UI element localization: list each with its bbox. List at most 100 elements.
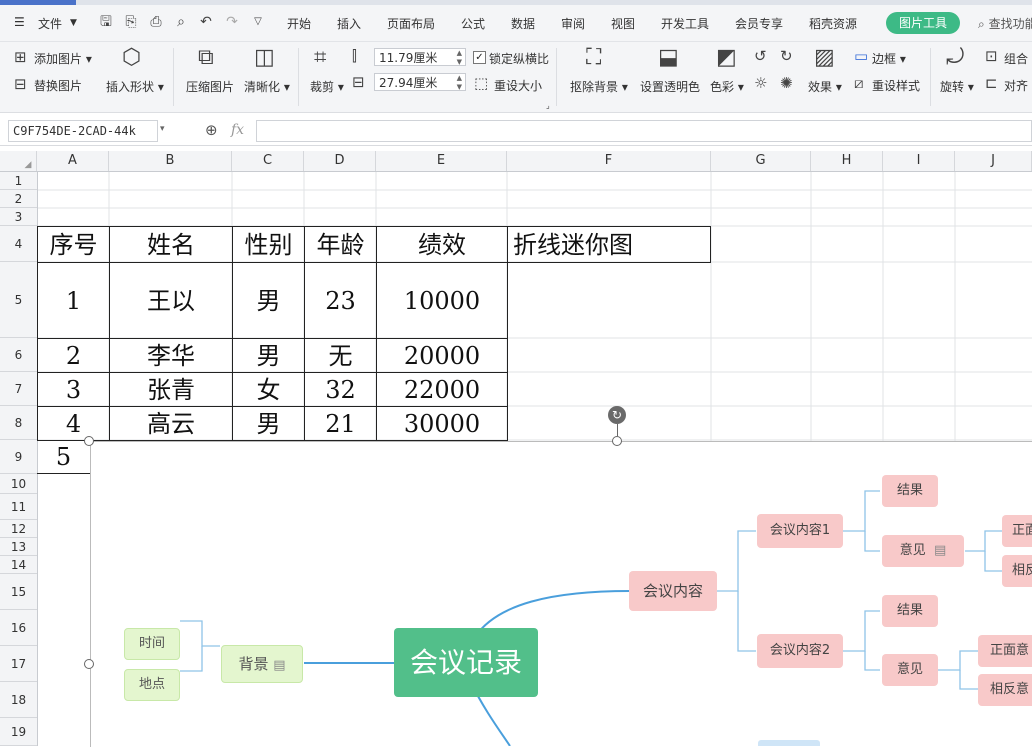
- row-header-3[interactable]: 3: [0, 208, 37, 226]
- row-header-8[interactable]: 8: [0, 406, 37, 440]
- table-cell-a8[interactable]: 4: [37, 406, 110, 441]
- table-cell-c7[interactable]: 女: [232, 372, 305, 407]
- print-preview-icon[interactable]: ⌕: [173, 14, 189, 30]
- column-header-f[interactable]: F: [507, 151, 711, 171]
- row-header-18[interactable]: 18: [0, 682, 37, 718]
- add-picture-button[interactable]: 添加图片 ▾: [34, 50, 92, 67]
- tab-picture-tools[interactable]: 图片工具: [886, 12, 960, 34]
- header-cell-index[interactable]: 序号: [37, 226, 110, 263]
- mindmap-node-positive-2[interactable]: 正面意: [978, 635, 1032, 667]
- insert-shape-button[interactable]: 插入形状 ▾: [106, 78, 164, 95]
- row-header-5[interactable]: 5: [0, 262, 37, 338]
- column-header-b[interactable]: B: [109, 151, 232, 171]
- tab-formulas[interactable]: 公式: [461, 15, 485, 32]
- mindmap-node-time[interactable]: 时间: [124, 628, 180, 660]
- mindmap-node-opinion-2[interactable]: 意见: [882, 654, 938, 686]
- row-header-9[interactable]: 9: [0, 440, 37, 474]
- redo-icon[interactable]: ↷: [224, 14, 240, 30]
- mindmap-node-negative-1[interactable]: 相反: [1002, 555, 1032, 587]
- column-header-j[interactable]: J: [955, 151, 1032, 171]
- table-cell-d7[interactable]: 32: [304, 372, 377, 407]
- column-header-c[interactable]: C: [232, 151, 304, 171]
- row-header-1[interactable]: 1: [0, 172, 37, 190]
- header-cell-gender[interactable]: 性别: [232, 226, 305, 263]
- row-header-13[interactable]: 13: [0, 538, 37, 556]
- row-header-15[interactable]: 15: [0, 574, 37, 610]
- export-icon[interactable]: ⎘: [123, 14, 139, 30]
- mindmap-node-content[interactable]: 会议内容: [629, 571, 717, 611]
- tab-page-layout[interactable]: 页面布局: [387, 15, 435, 32]
- table-cell-b8[interactable]: 高云: [109, 406, 233, 441]
- mindmap-node-place[interactable]: 地点: [124, 669, 180, 701]
- align-button[interactable]: 对齐: [1004, 77, 1028, 94]
- zoom-icon[interactable]: ⊕: [205, 121, 218, 139]
- mindmap-node-negative-2[interactable]: 相反意: [978, 674, 1032, 706]
- tab-insert[interactable]: 插入: [337, 15, 361, 32]
- lock-ratio-checkbox[interactable]: ✓: [473, 51, 486, 64]
- sharpen-button[interactable]: 清晰化 ▾: [244, 78, 290, 95]
- file-chevron-down-icon[interactable]: ▼: [70, 18, 77, 28]
- height-input[interactable]: 27.94厘米 ▲ ▼: [374, 73, 466, 91]
- header-cell-age[interactable]: 年龄: [304, 226, 377, 263]
- file-menu[interactable]: 文件: [38, 15, 62, 32]
- column-header-a[interactable]: A: [37, 151, 109, 171]
- formula-input[interactable]: [256, 120, 1032, 142]
- name-box-chevron-down-icon[interactable]: ▾: [160, 124, 165, 134]
- row-header-6[interactable]: 6: [0, 338, 37, 372]
- row-header-12[interactable]: 12: [0, 520, 37, 538]
- mindmap-node-result-1[interactable]: 结果: [882, 475, 938, 507]
- quick-access-dropdown-icon[interactable]: ▽: [250, 14, 266, 30]
- save-icon[interactable]: 🖫: [98, 14, 114, 30]
- table-cell-e6[interactable]: 20000: [376, 338, 508, 373]
- column-header-h[interactable]: H: [811, 151, 883, 171]
- mindmap-node-opinion-1[interactable]: 意见 ▤: [882, 535, 964, 567]
- tab-view[interactable]: 视图: [611, 15, 635, 32]
- name-box[interactable]: C9F754DE-2CAD-44k: [8, 120, 158, 142]
- remove-background-button[interactable]: 抠除背景 ▾: [570, 78, 628, 95]
- column-header-g[interactable]: G: [711, 151, 811, 171]
- row-header-7[interactable]: 7: [0, 372, 37, 406]
- select-all-corner[interactable]: ◢: [0, 151, 37, 171]
- effects-button[interactable]: 效果 ▾: [808, 78, 842, 95]
- table-cell-a5[interactable]: 1: [37, 262, 110, 339]
- column-header-d[interactable]: D: [304, 151, 376, 171]
- column-header-i[interactable]: I: [883, 151, 955, 171]
- crop-button[interactable]: 裁剪 ▾: [310, 78, 344, 95]
- table-cell-d6[interactable]: 无: [304, 338, 377, 373]
- row-header-16[interactable]: 16: [0, 610, 37, 646]
- compress-picture-button[interactable]: 压缩图片: [186, 78, 234, 95]
- undo-icon[interactable]: ↶: [198, 14, 214, 30]
- mindmap-node-content-1[interactable]: 会议内容1: [757, 514, 843, 548]
- row-header-10[interactable]: 10: [0, 474, 37, 494]
- table-cell-e5[interactable]: 10000: [376, 262, 508, 339]
- reset-size-button[interactable]: 重设大小: [494, 77, 542, 94]
- mindmap-node-partial[interactable]: [758, 740, 820, 746]
- row-header-11[interactable]: 11: [0, 494, 37, 520]
- print-icon[interactable]: ⎙: [148, 14, 164, 30]
- rotate-left-icon[interactable]: ↺: [754, 48, 767, 64]
- header-cell-sparkline[interactable]: 折线迷你图: [507, 226, 711, 263]
- fx-icon[interactable]: fx: [231, 122, 244, 138]
- search-function[interactable]: ⌕ 查找功能: [978, 15, 1032, 32]
- table-cell-d5[interactable]: 23: [304, 262, 377, 339]
- set-transparent-button[interactable]: 设置透明色: [640, 78, 700, 95]
- mindmap-node-result-2[interactable]: 结果: [882, 595, 938, 627]
- tab-developer[interactable]: 开发工具: [661, 15, 709, 32]
- mindmap-node-positive-1[interactable]: 正面: [1002, 515, 1032, 547]
- border-button[interactable]: 边框 ▾: [872, 50, 906, 67]
- header-cell-name[interactable]: 姓名: [109, 226, 233, 263]
- header-cell-performance[interactable]: 绩效: [376, 226, 508, 263]
- table-cell-d8[interactable]: 21: [304, 406, 377, 441]
- height-stepper[interactable]: ▲ ▼: [457, 74, 462, 92]
- hamburger-icon[interactable]: ☰: [14, 15, 25, 29]
- table-cell-c6[interactable]: 男: [232, 338, 305, 373]
- row-header-17[interactable]: 17: [0, 646, 37, 682]
- mindmap-root-node[interactable]: 会议记录: [394, 628, 538, 697]
- column-header-e[interactable]: E: [376, 151, 507, 171]
- resize-handle-top-middle[interactable]: [612, 436, 622, 446]
- brightness-up-icon[interactable]: ☼: [754, 75, 767, 91]
- row-header-2[interactable]: 2: [0, 190, 37, 208]
- resize-handle-middle-left[interactable]: [84, 659, 94, 669]
- tab-home[interactable]: 开始: [287, 15, 311, 32]
- mindmap-node-content-2[interactable]: 会议内容2: [757, 634, 843, 668]
